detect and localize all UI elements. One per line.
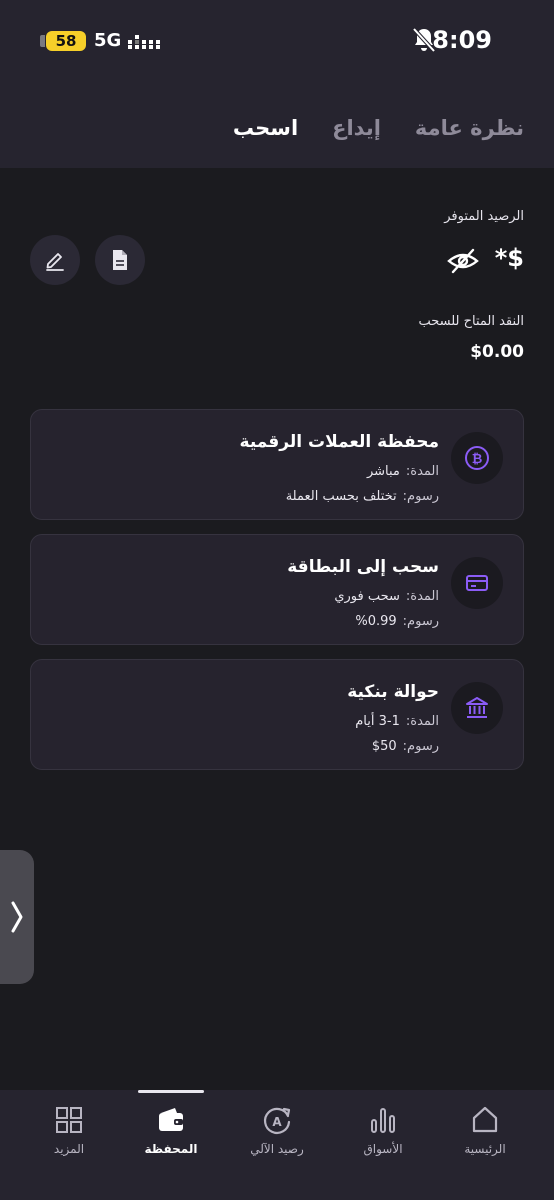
- nav-label: الرئيسية: [464, 1142, 506, 1156]
- tab-bar: نظرة عامة إيداع اسحب: [233, 116, 524, 140]
- fee-value: 0.99%: [355, 614, 397, 629]
- bank-icon: [451, 682, 503, 734]
- network-label: 5G: [94, 30, 122, 51]
- method-title: سحب إلى البطاقة: [287, 557, 439, 577]
- method-duration: المدة: سحب فوري: [334, 589, 439, 604]
- nav-label: رصيد الآلي: [250, 1142, 304, 1156]
- method-duration: المدة: 1-3 أيام: [355, 714, 439, 729]
- battery-indicator: 58: [46, 31, 86, 51]
- fee-label: رسوم:: [402, 739, 439, 754]
- nav-more[interactable]: المزيد: [14, 1104, 124, 1174]
- method-fee: رسوم: 50$: [372, 739, 439, 754]
- card-icon: [451, 557, 503, 609]
- header: 58 5G 8:09 نظرة عامة إيداع اسحب: [0, 0, 554, 168]
- method-fee: رسوم: 0.99%: [355, 614, 439, 629]
- statement-button[interactable]: [95, 235, 145, 285]
- battery-tip: [40, 35, 45, 47]
- home-icon: [472, 1106, 498, 1133]
- bitcoin-icon: ₿: [451, 432, 503, 484]
- wallet-icon: [159, 1108, 183, 1131]
- duration-value: مباشر: [366, 464, 400, 479]
- fee-value: 50$: [371, 739, 397, 754]
- cash-available-value: $0.00: [470, 342, 524, 362]
- fee-label: رسوم:: [402, 614, 439, 629]
- nav-markets[interactable]: الأسواق: [328, 1104, 438, 1174]
- method-duration: المدة: مباشر: [367, 464, 439, 479]
- nav-home[interactable]: الرئيسية: [430, 1104, 540, 1174]
- tab-deposit[interactable]: إيداع: [332, 116, 381, 140]
- cash-available-label: النقد المتاح للسحب: [418, 314, 524, 329]
- document-icon: [113, 250, 127, 270]
- signal-icon: [128, 35, 160, 49]
- grid-icon: [56, 1107, 82, 1133]
- markets-icon: [371, 1108, 395, 1133]
- chevron-right-icon: [11, 901, 23, 933]
- method-title: محفظة العملات الرقمية: [239, 432, 439, 452]
- nav-auto-balance[interactable]: A رصيد الآلي: [222, 1104, 332, 1174]
- fee-label: رسوم:: [402, 489, 439, 504]
- nav-label: الأسواق: [363, 1142, 403, 1156]
- method-card-crypto-wallet[interactable]: ₿ محفظة العملات الرقمية المدة: مباشر رسوم…: [30, 409, 524, 520]
- edit-button[interactable]: [30, 235, 80, 285]
- duration-value: 1-3 أيام: [355, 714, 400, 729]
- side-drawer-handle[interactable]: [0, 850, 34, 984]
- available-balance-value: *$: [494, 244, 524, 272]
- tab-overview[interactable]: نظرة عامة: [415, 116, 524, 140]
- method-card-bank-transfer[interactable]: حوالة بنكية المدة: 1-3 أيام رسوم: 50$: [30, 659, 524, 770]
- svg-text:₿: ₿: [472, 452, 483, 467]
- bottom-nav: الرئيسية الأسواق A رصيد الآلي المحفظة ال…: [0, 1090, 554, 1200]
- svg-text:A: A: [272, 1115, 282, 1129]
- tab-withdraw[interactable]: اسحب: [233, 116, 298, 140]
- nav-label: المحفظة: [144, 1142, 198, 1156]
- fee-value: تختلف بحسب العملة: [285, 489, 397, 504]
- nav-label: المزيد: [53, 1142, 85, 1156]
- available-balance-label: الرصيد المتوفر: [444, 209, 524, 224]
- method-fee: رسوم: تختلف بحسب العملة: [286, 489, 439, 504]
- method-card-card-withdraw[interactable]: سحب إلى البطاقة المدة: سحب فوري رسوم: 0.99…: [30, 534, 524, 645]
- status-bar: 58 5G 8:09: [0, 0, 554, 84]
- auto-balance-icon: A: [263, 1107, 291, 1134]
- status-time: 8:09: [432, 26, 492, 54]
- duration-label: المدة:: [405, 589, 439, 604]
- duration-value: سحب فوري: [334, 589, 400, 604]
- nav-wallet[interactable]: المحفظة: [116, 1104, 226, 1174]
- duration-label: المدة:: [405, 464, 439, 479]
- eye-off-icon[interactable]: [446, 244, 480, 278]
- duration-label: المدة:: [405, 714, 439, 729]
- pencil-icon: [46, 253, 64, 271]
- active-tab-indicator: [138, 1090, 204, 1093]
- method-title: حوالة بنكية: [347, 682, 439, 702]
